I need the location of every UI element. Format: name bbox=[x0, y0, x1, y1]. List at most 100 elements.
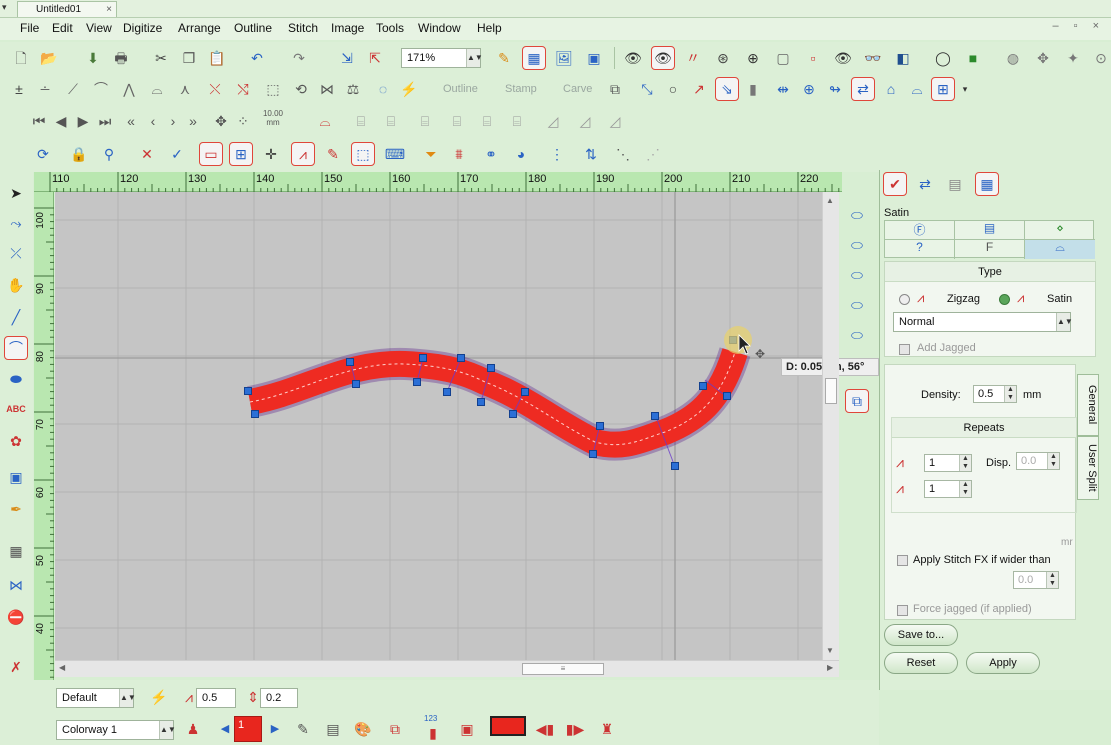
menu-arrange[interactable]: Arrange bbox=[178, 21, 221, 35]
magic-outline-icon[interactable]: ⚡ bbox=[398, 78, 420, 100]
sequence-icon[interactable]: ▦ bbox=[522, 46, 546, 70]
link-icon[interactable]: ⚭ bbox=[480, 143, 502, 165]
monitor-icon[interactable]: ⌨ bbox=[384, 143, 406, 165]
satin-radio[interactable] bbox=[999, 294, 1010, 305]
stitch-view-icon[interactable]: ⩘ bbox=[291, 142, 315, 166]
scroll-up-icon[interactable]: ▲ bbox=[826, 196, 834, 205]
outline-node[interactable] bbox=[521, 388, 529, 396]
stitch-filter-icon[interactable]: ⩩ bbox=[448, 143, 470, 165]
outline-node[interactable] bbox=[244, 387, 252, 395]
color-index-swatch[interactable]: 1 bbox=[234, 716, 262, 742]
vertical-scroll-thumb[interactable] bbox=[825, 378, 837, 404]
line-points-icon[interactable]: ∸ bbox=[34, 78, 56, 100]
scroll-down-icon[interactable]: ▼ bbox=[826, 646, 834, 655]
envelope-pinch-icon[interactable]: ⌸ bbox=[380, 110, 402, 132]
select-stitch-icon[interactable]: ⬚ bbox=[351, 142, 375, 166]
edit-pencil-icon[interactable]: ✎ bbox=[493, 47, 515, 69]
arc-tool-icon[interactable]: ⌓ bbox=[146, 78, 168, 100]
crosshair-icon[interactable]: ⊕ bbox=[742, 47, 764, 69]
view-3d-icon[interactable]: 👁 bbox=[832, 47, 854, 69]
thread-icon[interactable]: ♟ bbox=[182, 718, 204, 740]
outline-node[interactable] bbox=[487, 364, 495, 372]
outline-node[interactable] bbox=[596, 422, 604, 430]
scroll-right-icon[interactable]: ▶ bbox=[827, 663, 833, 672]
view-option-icon[interactable]: ⬭ bbox=[846, 324, 868, 346]
ellipse-icon[interactable]: ○ bbox=[662, 78, 684, 100]
stitch-angle-icon[interactable]: ⧉ bbox=[604, 78, 626, 100]
outline-node[interactable] bbox=[671, 462, 679, 470]
dots-icon[interactable]: ⋱ bbox=[612, 143, 634, 165]
outline-node[interactable] bbox=[251, 410, 259, 418]
close-tab-icon[interactable]: × bbox=[106, 4, 112, 15]
chevron-down-icon[interactable]: ▲▼ bbox=[466, 49, 483, 67]
refresh-icon[interactable]: ⟳ bbox=[32, 143, 54, 165]
grid-view-icon[interactable]: ⊞ bbox=[229, 142, 253, 166]
run-line-icon[interactable]: ╱ bbox=[5, 306, 27, 328]
outline-node[interactable] bbox=[346, 358, 354, 366]
undo-icon[interactable]: ↶ bbox=[246, 47, 268, 69]
preview-icon[interactable]: ▦ bbox=[975, 172, 999, 196]
tab-help[interactable]: ? bbox=[885, 240, 955, 259]
eyedropper-icon[interactable]: ✎ bbox=[292, 718, 314, 740]
view-option-icon[interactable]: ⬭ bbox=[846, 204, 868, 226]
palette-icon[interactable]: 🎨 bbox=[352, 718, 374, 740]
prev-thread-icon[interactable]: ◀▮ bbox=[534, 718, 556, 740]
outline-node[interactable] bbox=[589, 450, 597, 458]
previous-object-icon[interactable]: « bbox=[120, 110, 142, 132]
force-jagged-checkbox[interactable] bbox=[897, 605, 908, 616]
outline-node[interactable] bbox=[419, 354, 427, 362]
next-thread-icon[interactable]: ▮▶ bbox=[564, 718, 586, 740]
transform-icon[interactable]: ⟲ bbox=[290, 78, 312, 100]
tab-file[interactable]: F bbox=[955, 240, 1025, 259]
envelope-fan-icon[interactable]: ⌸ bbox=[506, 110, 528, 132]
photo-icon[interactable]: ▣ bbox=[5, 466, 27, 488]
fill-icon[interactable]: ⬬ bbox=[5, 368, 27, 390]
back-icon[interactable]: ‹ bbox=[142, 110, 164, 132]
digitize-tool-icon[interactable]: ⤫ bbox=[5, 242, 27, 264]
freehand-icon[interactable]: ↗ bbox=[688, 78, 710, 100]
perspective-icon[interactable]: ◿ bbox=[542, 110, 564, 132]
chevron-down-icon[interactable]: ▲▼ bbox=[1056, 313, 1073, 331]
needle-icon[interactable]: ✎ bbox=[322, 143, 344, 165]
tab-effects[interactable]: Ⓕ bbox=[885, 221, 955, 240]
window-controls[interactable]: ‒ ▫ × bbox=[1052, 20, 1105, 32]
cusp-tool-icon[interactable]: ⋏ bbox=[174, 78, 196, 100]
spin-arrows-icon[interactable]: ▲ ▼ bbox=[959, 455, 971, 471]
show-objects-icon[interactable]: 👁 bbox=[651, 46, 675, 70]
envelope-slant-icon[interactable]: ⌸ bbox=[476, 110, 498, 132]
nudge-grid-icon[interactable]: ⁘ bbox=[232, 110, 254, 132]
corner-tool-icon[interactable]: ⋀ bbox=[118, 78, 140, 100]
envelope-wave-icon[interactable]: ⌸ bbox=[414, 110, 436, 132]
envelope-bulge-icon[interactable]: ⌸ bbox=[350, 110, 372, 132]
entry-exit-icon[interactable]: ⇄ bbox=[851, 77, 875, 101]
rotate-icon[interactable]: ✦ bbox=[1062, 47, 1084, 69]
density-input[interactable]: 0.5 ▲ ▼ bbox=[973, 385, 1017, 403]
hoop-icon[interactable]: ▢ bbox=[772, 47, 794, 69]
outline-node[interactable] bbox=[699, 382, 707, 390]
select-points-icon[interactable]: ⬚ bbox=[262, 78, 284, 100]
node-edit-icon[interactable]: ⋈ bbox=[316, 78, 338, 100]
pattern-icon[interactable]: ▦ bbox=[5, 540, 27, 562]
spin-arrows-icon[interactable]: ▲ ▼ bbox=[959, 481, 971, 497]
reshape-icon[interactable]: ⤡ bbox=[636, 78, 658, 100]
horizontal-scroll-thumb[interactable]: ≡ bbox=[522, 663, 604, 675]
fabric-icon[interactable]: ◧ bbox=[892, 47, 914, 69]
zigzag-label[interactable]: Zigzag bbox=[947, 293, 980, 305]
export-icon[interactable]: ⇱ bbox=[364, 47, 386, 69]
tab-satin[interactable]: ⌓ bbox=[1025, 240, 1095, 259]
eraser-icon[interactable]: ▮ bbox=[742, 78, 764, 100]
outline-node[interactable] bbox=[723, 392, 731, 400]
magnify-icon[interactable]: ◍ bbox=[1002, 47, 1024, 69]
carve-label[interactable]: Carve bbox=[563, 83, 592, 95]
show-points-icon[interactable]: ⊛ bbox=[712, 47, 734, 69]
trim-icon[interactable]: ✕ bbox=[136, 143, 158, 165]
outline-node[interactable] bbox=[509, 410, 517, 418]
nudge-icon[interactable]: ✥ bbox=[210, 110, 232, 132]
length-field[interactable]: 0.2 bbox=[260, 688, 298, 708]
menu-image[interactable]: Image bbox=[331, 21, 364, 35]
cross-stitch-icon[interactable]: ✗ bbox=[5, 656, 27, 678]
apply-stitch-fx-checkbox[interactable] bbox=[897, 555, 908, 566]
tab-general[interactable]: General bbox=[1077, 374, 1099, 436]
save-to-button[interactable]: Save to... bbox=[884, 624, 958, 646]
color-select-icon[interactable]: ▣ bbox=[456, 718, 478, 740]
